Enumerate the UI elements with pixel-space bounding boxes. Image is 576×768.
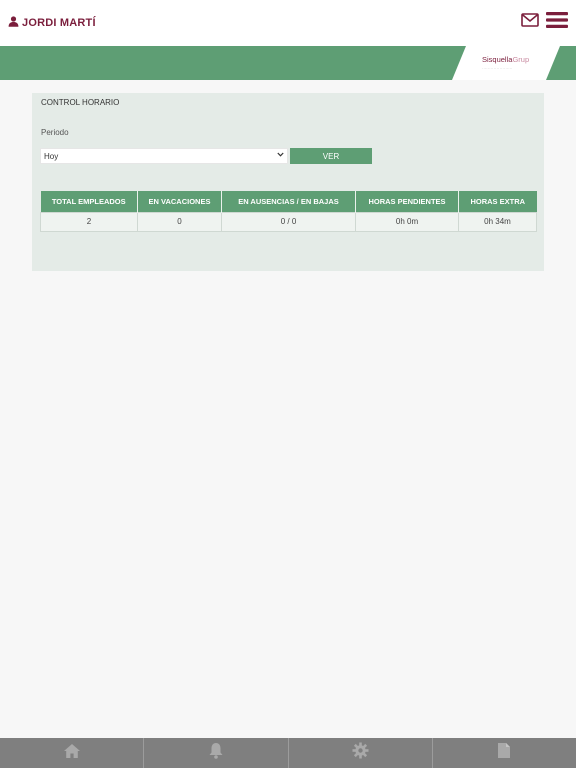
document-icon <box>497 742 511 764</box>
company-logo: SisquellaGrup ····················· <box>452 46 560 80</box>
view-button[interactable]: VER <box>290 148 372 164</box>
hamburger-menu-icon <box>546 11 568 34</box>
envelope-icon <box>521 12 539 32</box>
control-horario-panel: CONTROL HORARIO Periodo Hoy VER TOTAL EM… <box>32 93 544 271</box>
column-header: HORAS PENDIENTES <box>355 191 459 212</box>
period-label: Periodo <box>41 128 69 137</box>
total-empleados-cell: 2 <box>40 211 138 232</box>
gear-icon <box>352 742 369 764</box>
top-bar: JORDI MARTÍ <box>0 0 576 46</box>
logo-wordmark: SisquellaGrup <box>482 55 530 64</box>
menu-button[interactable] <box>545 11 569 33</box>
user-name: JORDI MARTÍ <box>22 17 96 29</box>
user-icon <box>8 14 19 32</box>
nav-documents[interactable] <box>433 738 576 768</box>
horas-pendientes-cell: 0h 0m <box>355 211 459 232</box>
home-icon <box>63 743 81 764</box>
nav-home[interactable] <box>0 738 145 768</box>
column-header: EN AUSENCIAS / EN BAJAS <box>221 191 356 212</box>
bell-icon <box>208 742 224 764</box>
nav-settings[interactable] <box>289 738 433 768</box>
column-header: HORAS EXTRA <box>458 191 537 212</box>
summary-table: TOTAL EMPLEADOS EN VACACIONES EN AUSENCI… <box>40 191 537 232</box>
chevron-down-icon <box>277 151 284 160</box>
en-ausencias-cell: 0 / 0 <box>221 211 356 232</box>
column-header: TOTAL EMPLEADOS <box>40 191 138 212</box>
user-profile[interactable]: JORDI MARTÍ <box>8 14 96 32</box>
bottom-nav <box>0 738 576 768</box>
period-select[interactable]: Hoy <box>40 148 288 164</box>
panel-title: CONTROL HORARIO <box>41 98 120 107</box>
logo-tagline: ····················· <box>482 67 513 71</box>
period-select-value: Hoy <box>44 151 59 161</box>
nav-notifications[interactable] <box>144 738 289 768</box>
mail-button[interactable] <box>520 12 540 32</box>
table-header-row: TOTAL EMPLEADOS EN VACACIONES EN AUSENCI… <box>40 191 537 212</box>
column-header: EN VACACIONES <box>137 191 222 212</box>
horas-extra-cell: 0h 34m <box>458 211 537 232</box>
table-row: 2 0 0 / 0 0h 0m 0h 34m <box>40 211 537 232</box>
en-vacaciones-cell: 0 <box>137 211 222 232</box>
